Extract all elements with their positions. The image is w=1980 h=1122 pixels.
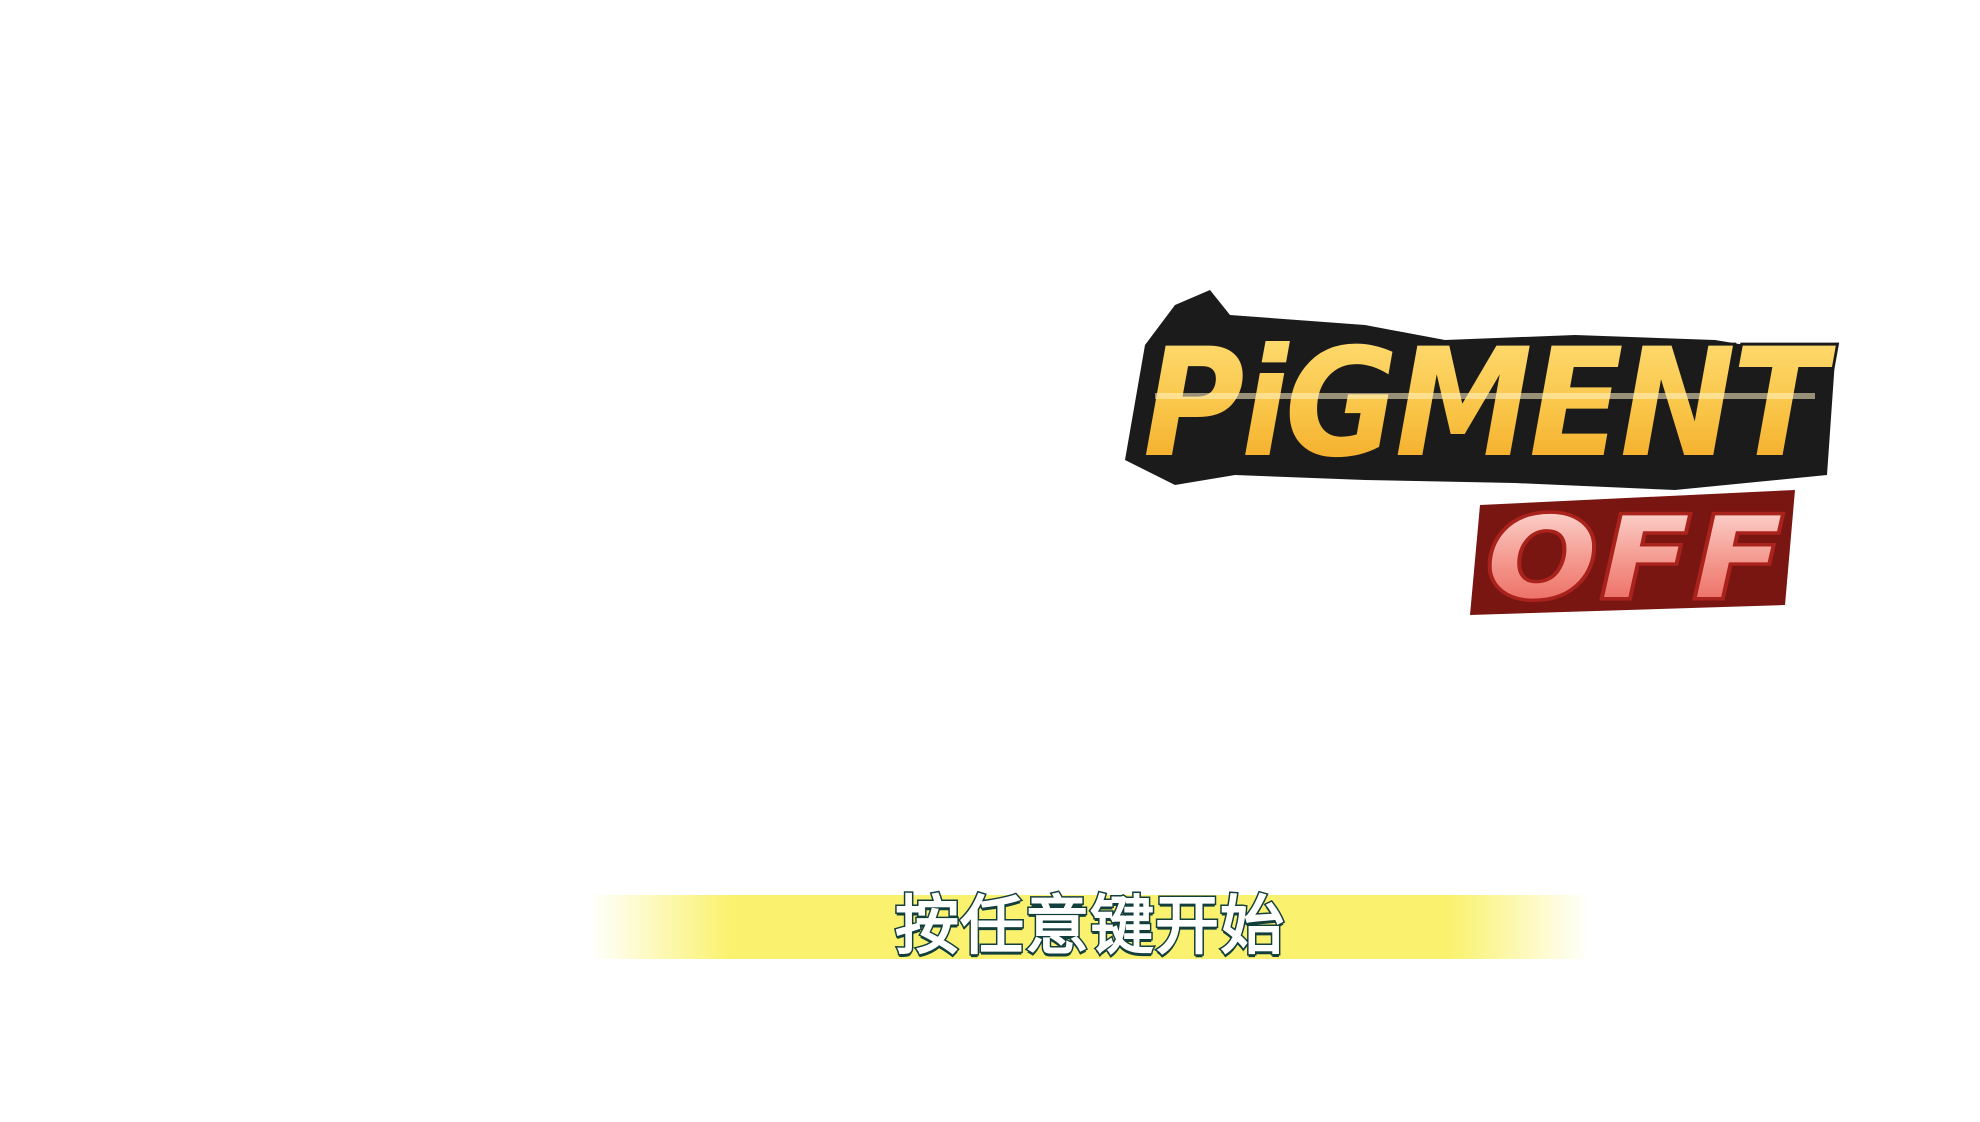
press-any-key-prompt[interactable]: 按任意键开始 — [890, 884, 1290, 970]
logo-highlight-streak — [1155, 393, 1815, 399]
title-screen[interactable]: PiGMENT OFF 按任意键开始 — [0, 0, 1980, 1122]
logo-title-text: PiGMENT — [1143, 317, 1837, 491]
game-logo: PiGMENT OFF — [1115, 285, 1845, 625]
logo-subtitle-text: OFF — [1487, 494, 1787, 624]
game-logo-art: PiGMENT OFF — [1125, 290, 1844, 625]
